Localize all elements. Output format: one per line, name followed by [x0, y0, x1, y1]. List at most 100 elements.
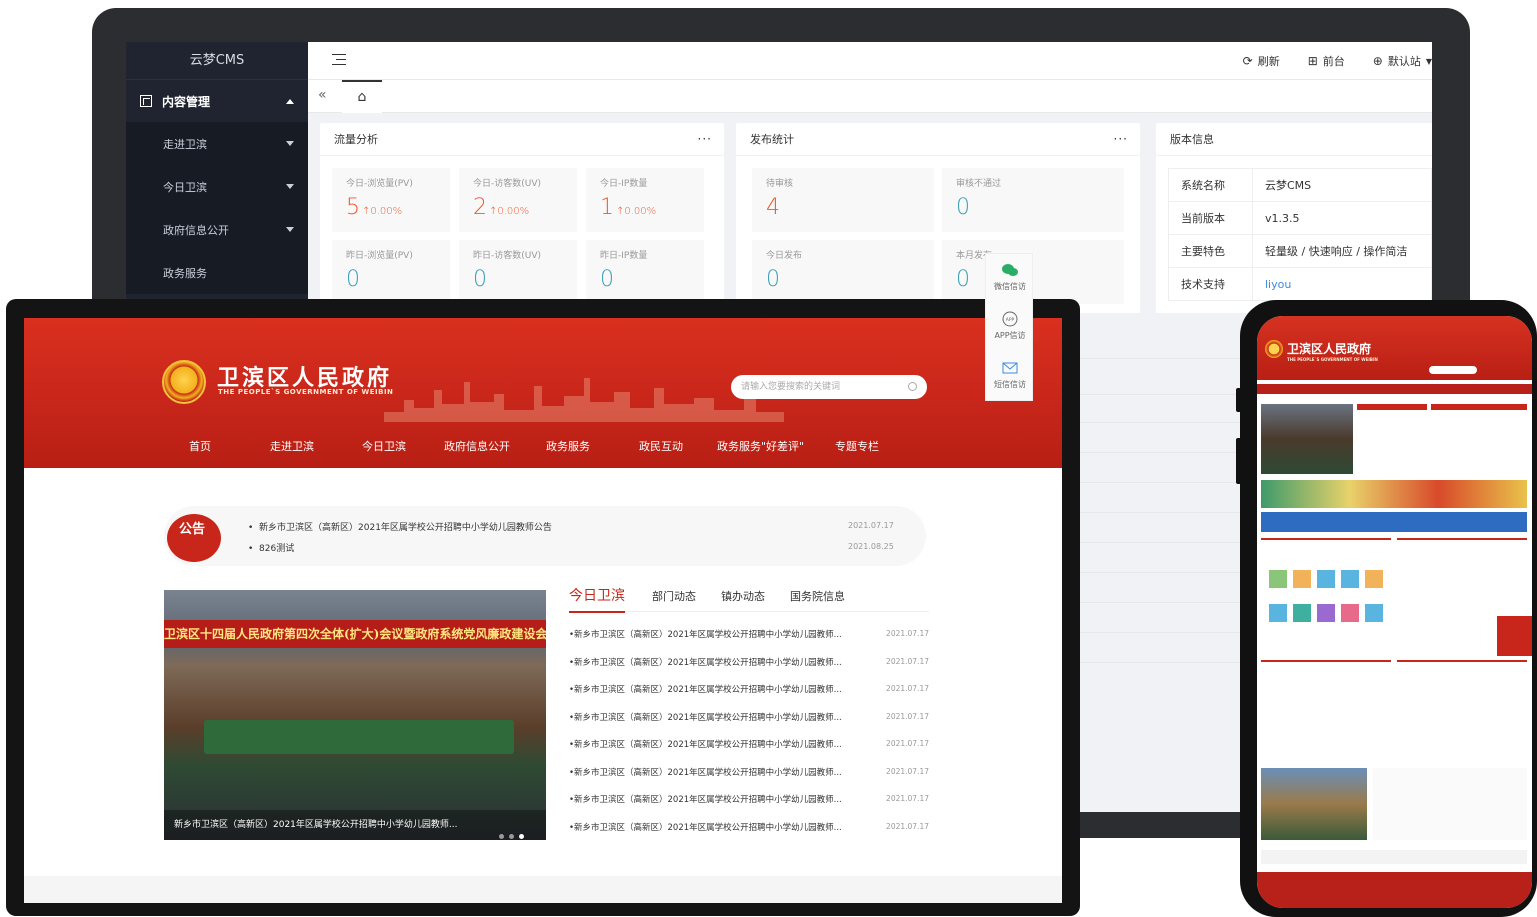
news-title: •新乡市卫滨区（高新区）2021年区属学校公开招聘中小学幼儿园教师... — [569, 630, 842, 640]
site-footer-strip — [24, 876, 1062, 903]
stat-label: 今日-浏览量(PV) — [346, 179, 413, 189]
phone-nav[interactable] — [1257, 384, 1532, 394]
phone-service-tile — [1293, 570, 1311, 588]
phone-convenience — [1397, 660, 1527, 744]
nav-item-zoujin[interactable]: 走进卫滨 — [270, 438, 314, 454]
frontend-label: 前台 — [1322, 55, 1345, 68]
notice-item[interactable]: • 新乡市卫滨区（高新区）2021年区属学校公开招聘中小学幼儿园教师公告 — [248, 520, 552, 533]
tab-jinri[interactable]: 今日卫滨 — [569, 585, 625, 613]
stat-label: 今日-访客数(UV) — [473, 179, 542, 189]
app-petition-link[interactable]: APP APP信访 — [986, 311, 1034, 341]
table-row: 当前版本 v1.3.5 — [1168, 201, 1432, 235]
news-date: 2021.07.17 — [886, 629, 929, 638]
list-item[interactable]: •新乡市卫滨区（高新区）2021年区属学校公开招聘中小学幼儿园教师... 2021… — [569, 738, 929, 752]
sidebar-item-zoujin[interactable]: 走进卫滨 — [126, 122, 308, 165]
phone-screen: 卫滨区人民政府 THE PEOPLE`S GOVERNMENT OF WEIBI… — [1257, 316, 1532, 908]
admin-logo: 云梦CMS — [126, 42, 308, 80]
search-input[interactable]: 请输入您要搜索的关键词 — [731, 375, 927, 399]
list-item[interactable]: •新乡市卫滨区（高新区）2021年区属学校公开招聘中小学幼儿园教师... 2021… — [569, 683, 929, 697]
meeting-table-graphic — [204, 720, 514, 754]
list-item[interactable]: •新乡市卫滨区（高新区）2021年区属学校公开招聘中小学幼儿园教师... 2021… — [569, 821, 929, 835]
caret-up-icon — [286, 98, 294, 104]
tab-guowuyuan[interactable]: 国务院信息 — [790, 588, 845, 604]
admin-topbar: ⟳ 刷新 ⊞ 前台 ⊕ 默认站 ▼ — [308, 42, 1432, 80]
publish-title: 发布统计 — [750, 133, 794, 146]
wechat-petition-link[interactable]: 微信信访 — [986, 262, 1034, 292]
site-select[interactable]: ⊕ 默认站 ▼ — [1373, 53, 1432, 69]
list-item[interactable]: •新乡市卫滨区（高新区）2021年区属学校公开招聘中小学幼儿园教师... 2021… — [569, 766, 929, 780]
stat-label: 昨日-IP数量 — [600, 251, 648, 261]
notice-item[interactable]: • 826测试 — [248, 541, 294, 554]
phone-links — [1261, 850, 1527, 864]
double-chevron-left-icon[interactable]: « — [318, 87, 327, 103]
phone-internet-banner — [1261, 512, 1527, 532]
sidebar-item-xinxi[interactable]: 政府信息公开 — [126, 208, 308, 251]
more-icon[interactable]: ··· — [1114, 123, 1128, 156]
version-title: 版本信息 — [1170, 133, 1214, 146]
news-date: 2021.07.17 — [886, 712, 929, 721]
list-item[interactable]: •新乡市卫滨区（高新区）2021年区属学校公开招聘中小学幼儿园教师... 2021… — [569, 628, 929, 642]
refresh-button[interactable]: ⟳ 刷新 — [1243, 53, 1280, 69]
news-date: 2021.07.17 — [886, 794, 929, 803]
frontend-button[interactable]: ⊞ 前台 — [1308, 53, 1345, 69]
nav-item-haochaping[interactable]: 政务服务"好差评" — [717, 438, 804, 454]
news-title: •新乡市卫滨区（高新区）2021年区属学校公开招聘中小学幼儿园教师... — [569, 823, 842, 833]
news-title: •新乡市卫滨区（高新区）2021年区属学校公开招聘中小学幼儿园教师... — [569, 658, 842, 668]
grid-icon — [140, 95, 152, 107]
notice-badge: 公告 — [167, 514, 221, 562]
sidebar-item-label: 政务服务 — [163, 266, 207, 280]
side-link-label: 微信信访 — [994, 282, 1026, 291]
stat-pct: ↑0.00% — [489, 206, 530, 217]
version-key: 主要特色 — [1168, 234, 1253, 268]
nav-item-zhengwu[interactable]: 政务服务 — [546, 438, 590, 454]
stat-label: 今日发布 — [766, 251, 803, 261]
news-date: 2021.07.17 — [886, 657, 929, 666]
stat-pct: ↑0.00% — [616, 206, 657, 217]
national-emblem — [162, 360, 206, 404]
stat-rejected: 审核不通过 0 — [942, 168, 1124, 232]
stat-label: 审核不通过 — [956, 179, 1002, 189]
list-item[interactable]: •新乡市卫滨区（高新区）2021年区属学校公开招聘中小学幼儿园教师... 2021… — [569, 711, 929, 725]
support-link[interactable]: liyou — [1252, 267, 1432, 301]
photo-banner-text: 卫滨区十四届人民政府第四次全体(扩大)会议暨政府系统党风廉政建设会议 — [164, 620, 546, 648]
nav-item-zhuanti[interactable]: 专题专栏 — [835, 438, 879, 454]
version-table: 系统名称 云梦CMS 当前版本 v1.3.5 主要特色 轻量级 / 快速响应 / 操作… — [1168, 168, 1432, 301]
nav-item-xinxi[interactable]: 政府信息公开 — [444, 438, 510, 454]
stat-value: 1 — [600, 195, 614, 220]
phone-service-tile — [1269, 570, 1287, 588]
search-icon[interactable] — [908, 382, 917, 391]
stat-value: 0 — [766, 267, 780, 292]
collapse-menu-icon[interactable] — [332, 54, 346, 66]
news-photo-carousel[interactable]: 卫滨区十四届人民政府第四次全体(扩大)会议暨政府系统党风廉政建设会议 新乡市卫滨… — [164, 590, 546, 840]
more-icon[interactable]: ··· — [698, 123, 712, 156]
stat-value: 2 — [473, 195, 487, 220]
sms-petition-link[interactable]: 短信信访 — [986, 360, 1034, 390]
notice-text: 新乡市卫滨区（高新区）2021年区属学校公开招聘中小学幼儿园教师公告 — [259, 523, 552, 533]
phone-service-tile — [1317, 570, 1335, 588]
traffic-title: 流量分析 — [334, 133, 378, 146]
carousel-dots[interactable] — [494, 822, 524, 840]
stat-value: 4 — [766, 195, 780, 220]
tab-bumen[interactable]: 部门动态 — [652, 588, 696, 604]
chevron-down-icon: ▼ — [1425, 56, 1432, 66]
sidebar-item-zhengwu[interactable]: 政务服务 — [126, 251, 308, 294]
phone-site-title: 卫滨区人民政府 — [1287, 342, 1372, 356]
nav-item-home[interactable]: 首页 — [189, 438, 211, 454]
menu-content-management[interactable]: 内容管理 — [126, 80, 308, 122]
nav-item-hudong[interactable]: 政民互动 — [639, 438, 683, 454]
phone-search-input[interactable] — [1429, 366, 1477, 374]
caret-down-icon — [286, 227, 294, 232]
home-tab[interactable]: ⌂ — [342, 80, 382, 113]
tab-zhenban[interactable]: 镇办动态 — [721, 588, 765, 604]
globe-icon: ⊕ — [1372, 54, 1383, 68]
list-item[interactable]: •新乡市卫滨区（高新区）2021年区属学校公开招聘中小学幼儿园教师... 2021… — [569, 793, 929, 807]
version-value: 云梦CMS — [1252, 168, 1432, 202]
phone-news-list — [1357, 404, 1427, 474]
nav-item-jinri[interactable]: 今日卫滨 — [362, 438, 406, 454]
stat-today-published: 今日发布 0 — [752, 240, 934, 304]
stat-label: 今日-IP数量 — [600, 179, 648, 189]
phone-service-tile — [1269, 604, 1287, 622]
sidebar-item-label: 走进卫滨 — [163, 137, 207, 151]
sidebar-item-jinri[interactable]: 今日卫滨 — [126, 165, 308, 208]
list-item[interactable]: •新乡市卫滨区（高新区）2021年区属学校公开招聘中小学幼儿园教师... 2021… — [569, 656, 929, 670]
